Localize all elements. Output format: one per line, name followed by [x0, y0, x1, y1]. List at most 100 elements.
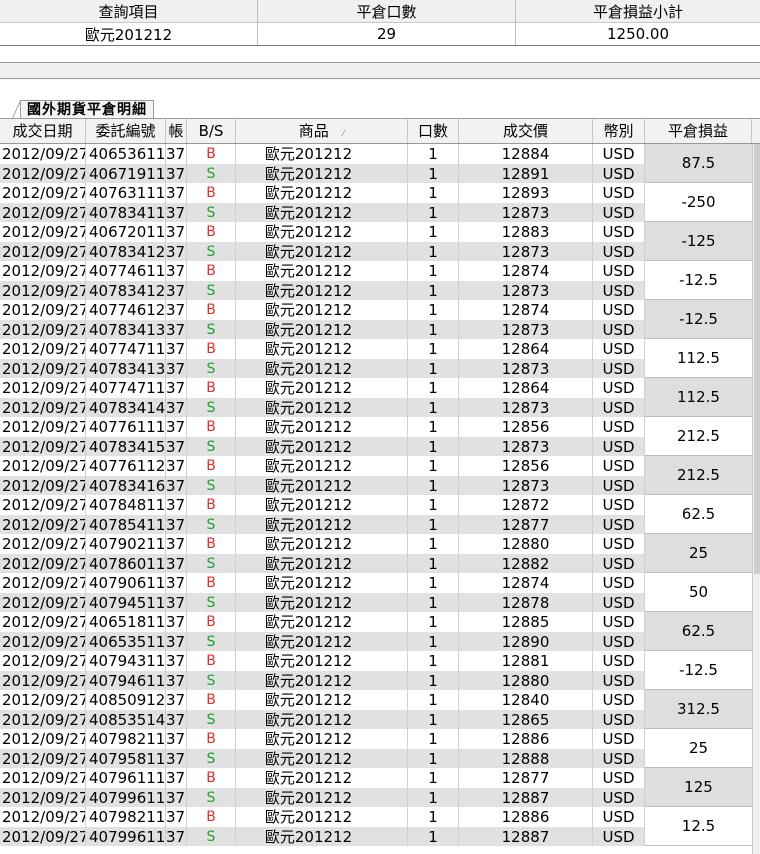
cell-price: 12874: [459, 300, 593, 320]
cell-qty: 1: [408, 280, 459, 300]
table-row[interactable]: 2012/09/274085351437:S歐元201212112865USD: [0, 709, 752, 729]
table-row[interactable]: 2012/09/274078341237:S歐元201212112873USD: [0, 280, 752, 300]
cell-product: 歐元201212: [236, 690, 408, 710]
table-row[interactable]: 2012/09/274065361137:B歐元201212112884USD: [0, 144, 752, 164]
vertical-scrollbar[interactable]: [752, 144, 760, 854]
cell-price: 12886: [459, 807, 593, 827]
table-row[interactable]: 2012/09/274078341637:S歐元201212112873USD: [0, 475, 752, 495]
scrollbar-thumb[interactable]: [754, 144, 760, 574]
cell-order-no: 40786011: [86, 553, 166, 573]
table-row[interactable]: 2012/09/274067191137:S歐元201212112891USD: [0, 163, 752, 183]
cell-qty: 1: [408, 163, 459, 183]
table-row[interactable]: 2012/09/274077461237:B歐元201212112874USD: [0, 300, 752, 320]
table-row[interactable]: 2012/09/274078341137:S歐元201212112873USD: [0, 202, 752, 222]
col-header-price[interactable]: 成交價: [459, 119, 593, 143]
table-row[interactable]: 2012/09/274079821137:B歐元201212112886USD: [0, 729, 752, 749]
cell-date: 2012/09/27: [2, 261, 86, 281]
col-header-currency[interactable]: 幣別: [593, 119, 645, 143]
table-row[interactable]: 2012/09/274078341337:S歐元201212112873USD: [0, 319, 752, 339]
cell-currency: USD: [593, 768, 645, 788]
table-row[interactable]: 2012/09/274065181137:B歐元201212112885USD: [0, 612, 752, 632]
cell-date: 2012/09/27: [2, 787, 86, 807]
table-row[interactable]: 2012/09/274079061137:B歐元201212112874USD: [0, 573, 752, 593]
table-row[interactable]: 2012/09/274079581137:S歐元201212112888USD: [0, 748, 752, 768]
cell-product: 歐元201212: [236, 436, 408, 456]
table-row[interactable]: 2012/09/274079021137:B歐元201212112880USD: [0, 534, 752, 554]
col-header-order-no[interactable]: 委託編號: [86, 119, 166, 143]
table-row[interactable]: 2012/09/274079961137:S歐元201212112887USD: [0, 826, 752, 846]
tab-futures-close-detail[interactable]: 國外期貨平倉明細: [20, 100, 154, 119]
table-row[interactable]: 2012/09/274076311137:B歐元201212112893USD: [0, 183, 752, 203]
table-row[interactable]: 2012/09/274067201137:B歐元201212112883USD: [0, 222, 752, 242]
cell-order-no: 40853514: [86, 709, 166, 729]
cell-price: 12893: [459, 183, 593, 203]
table-row[interactable]: 2012/09/274079431137:B歐元201212112881USD: [0, 651, 752, 671]
table-row[interactable]: 2012/09/274077611137:B歐元201212112856USD: [0, 417, 752, 437]
col-header-product[interactable]: 商品 ⁄: [236, 119, 408, 143]
cell-price: 12874: [459, 573, 593, 593]
cell-order-no: 40790611: [86, 573, 166, 593]
cell-bs: S: [187, 319, 236, 339]
cell-date: 2012/09/27: [2, 514, 86, 534]
cell-price: 12872: [459, 495, 593, 515]
table-row[interactable]: 2012/09/274079961137:S歐元201212112887USD: [0, 787, 752, 807]
table-row[interactable]: 2012/09/274079451137:S歐元201212112878USD: [0, 592, 752, 612]
cell-qty: 1: [408, 553, 459, 573]
cell-account: 37:: [166, 651, 187, 671]
table-row[interactable]: 2012/09/274078341437:S歐元201212112873USD: [0, 397, 752, 417]
table-row[interactable]: 2012/09/274085091237:B歐元201212112840USD: [0, 690, 752, 710]
table-row[interactable]: 2012/09/274078601137:S歐元201212112882USD: [0, 553, 752, 573]
cell-order-no: 40785411: [86, 514, 166, 534]
table-row[interactable]: 2012/09/274079461137:S歐元201212112880USD: [0, 670, 752, 690]
cell-product: 歐元201212: [236, 826, 408, 846]
cell-price: 12891: [459, 163, 593, 183]
cell-currency: USD: [593, 358, 645, 378]
table-row[interactable]: 2012/09/274079821137:B歐元201212112886USD: [0, 807, 752, 827]
cell-bs: B: [187, 768, 236, 788]
header-corner: [752, 118, 760, 144]
table-row[interactable]: 2012/09/274078541137:S歐元201212112877USD: [0, 514, 752, 534]
cell-price: 12873: [459, 436, 593, 456]
summary-header-pnl[interactable]: 平倉損益小計: [516, 0, 760, 22]
cell-price: 12885: [459, 612, 593, 632]
cell-currency: USD: [593, 456, 645, 476]
table-row[interactable]: 2012/09/274077471137:B歐元201212112864USD: [0, 339, 752, 359]
cell-close-pnl: 25: [645, 729, 752, 768]
col-header-qty[interactable]: 口數: [408, 119, 459, 143]
cell-bs: B: [187, 534, 236, 554]
cell-bs: S: [187, 748, 236, 768]
table-row[interactable]: 2012/09/274077461137:B歐元201212112874USD: [0, 261, 752, 281]
cell-bs: B: [187, 690, 236, 710]
table-row[interactable]: 2012/09/274078341537:S歐元201212112873USD: [0, 436, 752, 456]
col-header-close-pnl[interactable]: 平倉損益: [645, 119, 752, 143]
grid-header: 成交日期 委託編號 帳 B/S 商品 ⁄ 口數 成交價 幣別 平倉損益: [0, 118, 760, 144]
cell-order-no: 40774612: [86, 300, 166, 320]
cell-price: 12873: [459, 202, 593, 222]
col-header-account[interactable]: 帳: [166, 119, 187, 143]
table-row[interactable]: 2012/09/274078341337:S歐元201212112873USD: [0, 358, 752, 378]
summary-header-qty[interactable]: 平倉口數: [258, 0, 516, 22]
table-row[interactable]: 2012/09/274077611237:B歐元201212112856USD: [0, 456, 752, 476]
cell-order-no: 40653511: [86, 631, 166, 651]
table-row[interactable]: 2012/09/274078341237:S歐元201212112873USD: [0, 241, 752, 261]
cell-date: 2012/09/27: [2, 378, 86, 398]
col-header-date[interactable]: 成交日期: [0, 119, 86, 143]
cell-qty: 1: [408, 748, 459, 768]
cell-product: 歐元201212: [236, 417, 408, 437]
cell-account: 37:: [166, 787, 187, 807]
table-row[interactable]: 2012/09/274065351137:S歐元201212112890USD: [0, 631, 752, 651]
col-header-bs[interactable]: B/S: [187, 119, 236, 143]
table-row[interactable]: 2012/09/274077471137:B歐元201212112864USD: [0, 378, 752, 398]
table-row[interactable]: 2012/09/274079611137:B歐元201212112877USD: [0, 768, 752, 788]
table-row[interactable]: 2012/09/274078481137:B歐元201212112872USD: [0, 495, 752, 515]
cell-bs: S: [187, 475, 236, 495]
cell-qty: 1: [408, 417, 459, 437]
cell-bs: S: [187, 553, 236, 573]
summary-data-row[interactable]: 歐元201212 29 1250.00: [0, 23, 760, 46]
cell-product: 歐元201212: [236, 261, 408, 281]
cell-account: 37:: [166, 456, 187, 476]
cell-product: 歐元201212: [236, 768, 408, 788]
cell-currency: USD: [593, 787, 645, 807]
cell-currency: USD: [593, 378, 645, 398]
summary-header-item[interactable]: 查詢項目: [0, 0, 258, 22]
